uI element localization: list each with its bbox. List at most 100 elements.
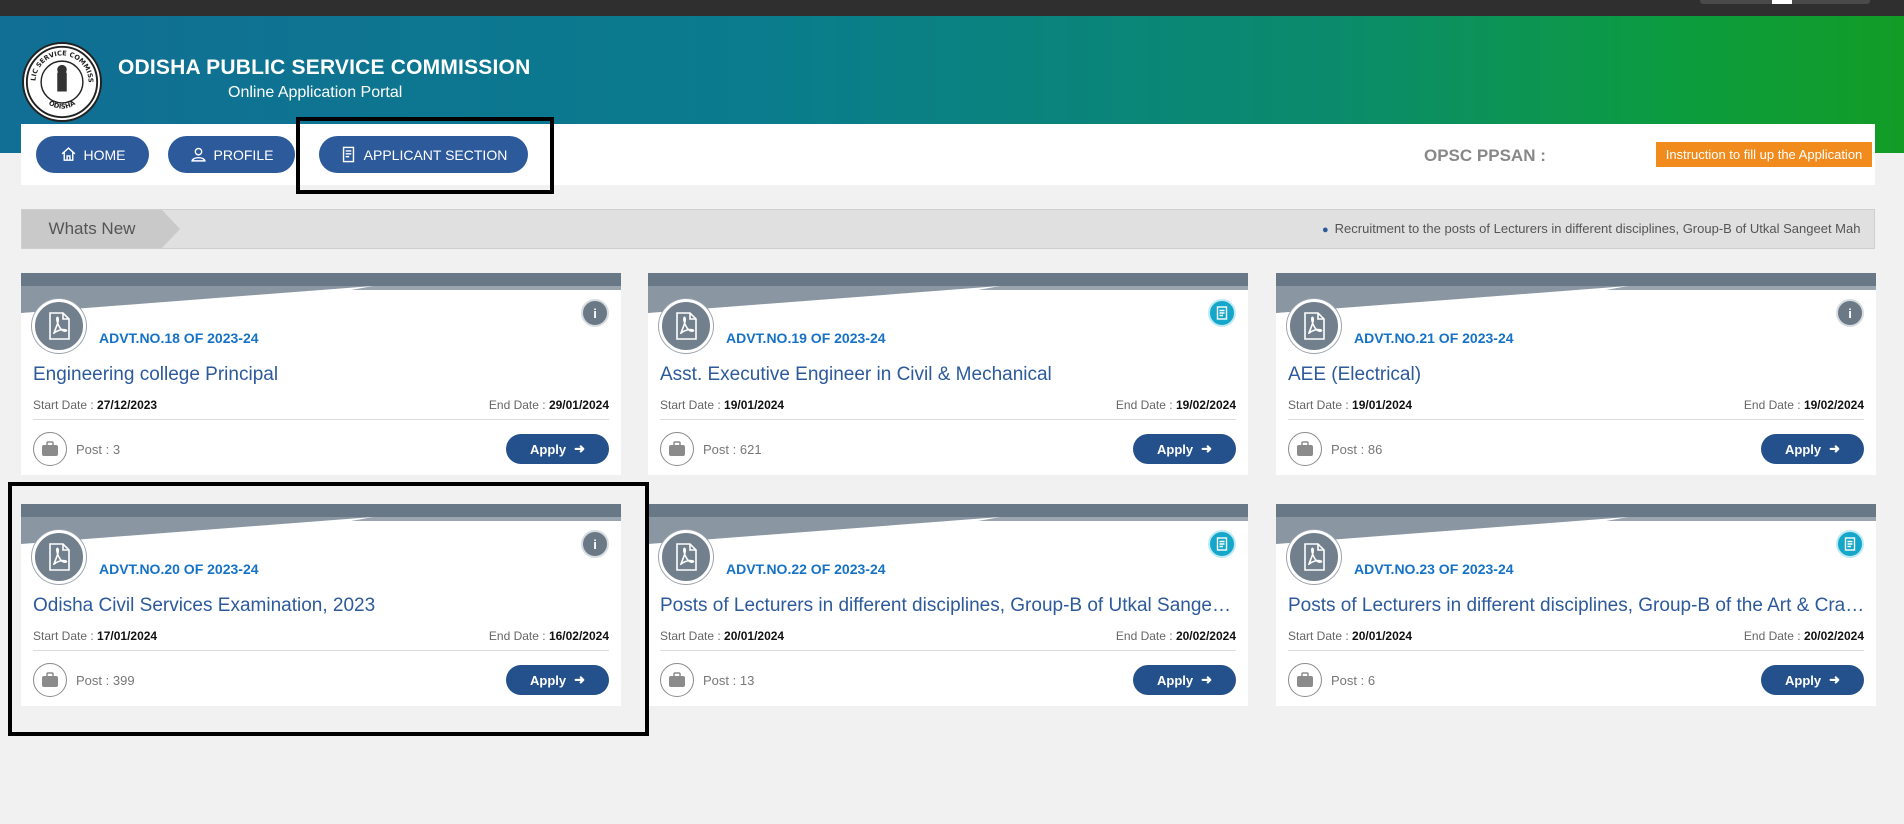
start-date-label: Start Date : — [1288, 629, 1349, 643]
briefcase-icon — [1288, 432, 1322, 466]
pdf-icon[interactable] — [32, 299, 86, 353]
profile-button[interactable]: PROFILE — [168, 136, 295, 173]
info-icon[interactable]: i — [581, 299, 609, 327]
applicant-section-label: APPLICANT SECTION — [363, 146, 508, 163]
info-icon[interactable]: i — [1836, 299, 1864, 327]
ppsan-label: OPSC PPSAN : — [1424, 146, 1546, 165]
post-count: Post : 3 — [76, 442, 120, 457]
card-divider — [33, 650, 609, 651]
document-icon[interactable] — [1836, 530, 1864, 558]
pdf-icon[interactable] — [32, 530, 86, 584]
apply-label: Apply — [1156, 441, 1194, 457]
start-date-label: Start Date : — [660, 398, 721, 412]
info-icon[interactable]: i — [581, 530, 609, 558]
apply-button[interactable]: Apply ➜ — [1133, 665, 1236, 695]
end-date-value: 29/01/2024 — [548, 398, 609, 412]
home-button[interactable]: HOME — [36, 136, 149, 173]
end-date-label: End Date : — [1115, 398, 1173, 412]
card-divider — [1288, 419, 1864, 420]
post-value: 399 — [112, 673, 135, 688]
end-date-label: End Date : — [1743, 629, 1801, 643]
end-date-label: End Date : — [1743, 398, 1801, 412]
document-icon[interactable] — [1208, 299, 1236, 327]
post-title-link[interactable]: Engineering college Principal — [33, 364, 613, 386]
end-date-label: End Date : — [488, 629, 546, 643]
whats-new-bar: Whats New ● Recruitment to the posts of L… — [21, 209, 1875, 249]
advt-number: ADVT.NO.21 OF 2023-24 — [1354, 330, 1514, 346]
end-date-label: End Date : — [488, 398, 546, 412]
post-title-link[interactable]: Asst. Executive Engineer in Civil & Mech… — [660, 364, 1240, 386]
briefcase-icon — [33, 432, 67, 466]
post-title-link[interactable]: Odisha Civil Services Examination, 2023 — [33, 595, 613, 617]
advertisement-card: ADVT.NO.22 OF 2023-24 Posts of Lecturers … — [648, 504, 1248, 706]
end-date-value: 20/02/2024 — [1175, 629, 1236, 643]
apply-button[interactable]: Apply ➜ — [506, 434, 609, 464]
instruction-button[interactable]: Instruction to fill up the Application — [1656, 142, 1872, 167]
card-divider — [660, 419, 1236, 420]
post-label: Post : — [1331, 673, 1365, 688]
post-label: Post : — [76, 442, 110, 457]
start-date-label: Start Date : — [1288, 398, 1349, 412]
advertisement-card: ADVT.NO.23 OF 2023-24 Posts of Lecturers … — [1276, 504, 1876, 706]
arrow-right-icon: ➜ — [574, 441, 586, 456]
post-title-link[interactable]: Posts of Lecturers in different discipli… — [1288, 595, 1868, 617]
org-title: ODISHA PUBLIC SERVICE COMMISSION — [118, 56, 531, 79]
post-label: Post : — [703, 673, 737, 688]
apply-button[interactable]: Apply ➜ — [1761, 665, 1864, 695]
opsc-logo: PUBLIC SERVICE COMMISSION ODISHA — [21, 38, 102, 122]
news-ticker[interactable]: ● Recruitment to the posts of Lecturers i… — [1322, 221, 1860, 236]
browser-top-strip — [0, 0, 1904, 16]
post-title-link[interactable]: AEE (Electrical) — [1288, 364, 1868, 386]
post-title-link[interactable]: Posts of Lecturers in different discipli… — [660, 595, 1240, 617]
end-date-value: 20/02/2024 — [1803, 629, 1864, 643]
pdf-icon[interactable] — [659, 299, 713, 353]
apply-button[interactable]: Apply ➜ — [1761, 434, 1864, 464]
end-date-value: 19/02/2024 — [1803, 398, 1864, 412]
user-icon — [190, 147, 206, 162]
start-date-value: 17/01/2024 — [97, 629, 158, 643]
post-value: 621 — [739, 442, 762, 457]
pdf-icon[interactable] — [1287, 530, 1341, 584]
advt-number: ADVT.NO.22 OF 2023-24 — [726, 561, 886, 577]
profile-button-label: PROFILE — [213, 146, 274, 163]
apply-button[interactable]: Apply ➜ — [1133, 434, 1236, 464]
start-date: Start Date : 19/01/2024 — [1288, 398, 1412, 412]
apply-label: Apply — [1784, 672, 1822, 688]
applicant-section-button[interactable]: APPLICANT SECTION — [319, 136, 528, 173]
start-date-label: Start Date : — [33, 629, 94, 643]
start-date: Start Date : 20/01/2024 — [1288, 629, 1412, 643]
document-list-icon — [342, 146, 354, 163]
end-date-value: 19/02/2024 — [1175, 398, 1236, 412]
post-count: Post : 399 — [76, 673, 135, 688]
post-count: Post : 6 — [1331, 673, 1375, 688]
advertisement-card: i ADVT.NO.18 OF 2023-24 Engineering colleg… — [21, 273, 621, 475]
advt-number: ADVT.NO.19 OF 2023-24 — [726, 330, 886, 346]
apply-label: Apply — [1784, 441, 1822, 457]
top-strip-checkbox[interactable] — [1772, 0, 1792, 4]
apply-label: Apply — [1156, 672, 1194, 688]
news-ticker-text: Recruitment to the posts of Lecturers in… — [1334, 221, 1861, 236]
end-date: End Date : 20/02/2024 — [1744, 629, 1864, 643]
pdf-icon[interactable] — [1287, 299, 1341, 353]
home-button-label: HOME — [83, 146, 126, 163]
start-date-value: 20/01/2024 — [724, 629, 785, 643]
document-icon[interactable] — [1208, 530, 1236, 558]
post-label: Post : — [703, 442, 737, 457]
bullet-icon: ● — [1322, 224, 1329, 236]
apply-button[interactable]: Apply ➜ — [506, 665, 609, 695]
pdf-icon[interactable] — [659, 530, 713, 584]
briefcase-icon — [660, 432, 694, 466]
end-date-label: End Date : — [1115, 629, 1173, 643]
post-value: 3 — [112, 442, 121, 457]
start-date: Start Date : 19/01/2024 — [660, 398, 784, 412]
start-date: Start Date : 20/01/2024 — [660, 629, 784, 643]
end-date: End Date : 19/02/2024 — [1744, 398, 1864, 412]
card-divider — [33, 419, 609, 420]
start-date: Start Date : 17/01/2024 — [33, 629, 157, 643]
post-value: 13 — [739, 673, 755, 688]
advertisement-card: i ADVT.NO.20 OF 2023-24 Odisha Civil Servi… — [21, 504, 621, 706]
advt-number: ADVT.NO.23 OF 2023-24 — [1354, 561, 1514, 577]
arrow-right-icon: ➜ — [574, 672, 586, 687]
start-date-value: 20/01/2024 — [1352, 629, 1413, 643]
arrow-right-icon: ➜ — [1829, 441, 1841, 456]
